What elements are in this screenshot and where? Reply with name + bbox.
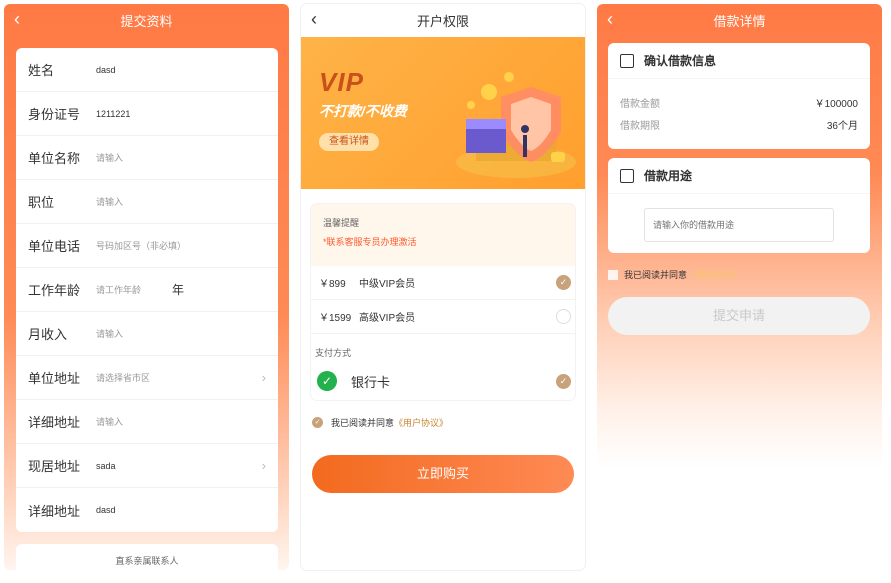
form-row[interactable]: 单位电话 号码加区号（非必填） <box>16 224 278 268</box>
loan-purpose-card: 借款用途 <box>608 158 870 253</box>
relative-contact-section[interactable]: 直系亲属联系人 <box>16 544 278 570</box>
form-input[interactable]: 1211221 <box>96 109 264 119</box>
user-agreement-link[interactable]: 《用户协议》 <box>394 416 448 429</box>
agreement-row: 我已阅读并同意 《借款协议》 <box>608 268 741 281</box>
form-row[interactable]: 单位地址 请选择省市区 › <box>16 356 278 400</box>
form-row[interactable]: 工作年龄 请工作年龄年 <box>16 268 278 312</box>
form-label: 工作年龄 <box>28 283 81 298</box>
back-arrow-icon[interactable]: ‹ <box>607 9 627 29</box>
form-label: 单位电话 <box>28 239 81 254</box>
loan-detail-screen: ‹ 借款详情 确认借款信息 借款金额 ￥100000 借款期限 36个月 借款用途 我… <box>597 4 882 570</box>
form-label: 姓名 <box>28 63 55 78</box>
form-input[interactable]: 号码加区号（非必填） <box>96 239 264 252</box>
loan-purpose-header: 借款用途 <box>608 158 870 194</box>
plan-row[interactable]: ￥899 中级VIP会员 ✓ <box>311 266 575 300</box>
top-bar: ‹ 提交资料 <box>4 4 289 36</box>
payment-method-name: 银行卡 <box>351 374 391 390</box>
relative-contact-title: 直系亲属联系人 <box>115 556 179 566</box>
form-unit: 年 <box>172 283 185 297</box>
form-input[interactable]: 请输入 <box>96 151 264 164</box>
agree-text: 我已阅读并同意 <box>331 418 395 428</box>
notice-text: *联系客服专员办理激活 <box>323 237 417 247</box>
chevron-right-icon: › <box>261 370 266 385</box>
info-value: ￥100000 <box>814 98 858 110</box>
check-circle-icon: ✓ <box>317 371 337 391</box>
plan-radio[interactable] <box>556 309 571 324</box>
loan-info-title: 确认借款信息 <box>644 54 717 68</box>
info-key: 借款期限 <box>620 120 660 132</box>
loan-info-header: 确认借款信息 <box>608 43 870 79</box>
vip-title: VIP <box>319 67 364 97</box>
notice-title: 温馨提醒 <box>323 218 360 228</box>
form-row[interactable]: 职位 请输入 <box>16 180 278 224</box>
form-label: 职位 <box>28 195 55 210</box>
document-icon <box>620 168 634 183</box>
form-row[interactable]: 姓名 dasd <box>16 48 278 92</box>
form-row[interactable]: 现居地址 sada › <box>16 444 278 488</box>
form-row[interactable]: 月收入 请输入 <box>16 312 278 356</box>
plan-radio[interactable]: ✓ <box>556 275 571 290</box>
plan-row[interactable]: ￥1599 高级VIP会员 <box>311 300 575 334</box>
submit-application-button[interactable]: 提交申请 <box>608 297 870 335</box>
loan-agreement-link[interactable]: 《借款协议》 <box>687 268 741 281</box>
form-input[interactable]: dasd <box>96 505 264 515</box>
plan-price: ￥899 <box>319 279 346 290</box>
form-input[interactable]: sada <box>96 461 264 471</box>
form-row[interactable]: 详细地址 请输入 <box>16 400 278 444</box>
form-label: 详细地址 <box>28 415 81 430</box>
chevron-right-icon: › <box>261 458 266 473</box>
form-label: 单位地址 <box>28 371 81 386</box>
vip-banner: VIP 不打款/不收费 查看详情 <box>301 37 585 189</box>
form-input[interactable]: 请选择省市区 <box>96 371 264 384</box>
agree-text: 我已阅读并同意 <box>624 270 688 280</box>
back-arrow-icon[interactable]: ‹ <box>14 9 34 29</box>
payment-method-label: 支付方式 <box>315 348 352 358</box>
form-label: 身份证号 <box>28 107 81 122</box>
loan-purpose-input[interactable] <box>644 208 834 242</box>
page-title: 借款详情 <box>713 13 766 29</box>
form-input[interactable]: 请输入 <box>96 195 264 208</box>
info-row: 借款期限 36个月 <box>608 113 870 135</box>
form-row[interactable]: 身份证号 1211221 <box>16 92 278 136</box>
page-title: 提交资料 <box>120 13 173 29</box>
top-bar: ‹ 开户权限 <box>301 4 585 36</box>
plan-name: 高级VIP会员 <box>359 313 416 324</box>
plan-list: ￥899 中级VIP会员 ✓ ￥1599 高级VIP会员 <box>311 266 575 334</box>
notice-box: 温馨提醒 *联系客服专员办理激活 <box>311 204 575 266</box>
form-label: 现居地址 <box>28 459 81 474</box>
info-row: 借款金额 ￥100000 <box>608 91 870 113</box>
agree-checkbox[interactable] <box>608 269 618 280</box>
back-arrow-icon[interactable]: ‹ <box>311 9 331 29</box>
form-row[interactable]: 详细地址 dasd <box>16 488 278 532</box>
folder-icon <box>620 53 634 68</box>
plan-price: ￥1599 <box>319 313 352 324</box>
form-input[interactable]: dasd <box>96 65 264 75</box>
loan-info-list: 借款金额 ￥100000 借款期限 36个月 <box>608 91 870 135</box>
form-label: 单位名称 <box>28 151 81 166</box>
form-input[interactable]: 请输入 <box>96 327 264 340</box>
form-input[interactable]: 请输入 <box>96 415 264 428</box>
agree-checkbox[interactable]: ✓ <box>312 417 323 428</box>
page-title: 开户权限 <box>416 13 469 29</box>
vip-slogan: 不打款/不收费 <box>319 103 407 119</box>
payment-method-row[interactable]: ✓ 银行卡 ✓ <box>311 364 575 398</box>
loan-info-card: 确认借款信息 借款金额 ￥100000 借款期限 36个月 <box>608 43 870 149</box>
form-row[interactable]: 单位名称 请输入 <box>16 136 278 180</box>
view-details-button[interactable]: 查看详情 <box>319 133 379 151</box>
vip-plan-card: 温馨提醒 *联系客服专员办理激活 ￥899 中级VIP会员 ✓ ￥1599 高级VIP会… <box>311 204 575 400</box>
info-form: 姓名 dasd 身份证号 1211221 单位名称 请输入 职位 请输入 单位电话 号码加区号（非… <box>16 48 278 532</box>
loan-purpose-title: 借款用途 <box>644 169 693 183</box>
buy-now-button[interactable]: 立即购买 <box>312 455 574 493</box>
account-permission-screen: ‹ 开户权限 VIP 不打款/不收费 查看详情 温馨提醒 *联系客服专员办理激活… <box>301 4 585 570</box>
info-key: 借款金额 <box>620 98 660 110</box>
form-label: 详细地址 <box>28 503 81 519</box>
top-bar: ‹ 借款详情 <box>597 4 882 36</box>
payment-radio[interactable]: ✓ <box>556 373 571 389</box>
agreement-row: ✓ 我已阅读并同意 《用户协议》 <box>312 416 448 429</box>
form-label: 月收入 <box>28 327 68 342</box>
plan-name: 中级VIP会员 <box>359 279 416 290</box>
submit-info-screen: ‹ 提交资料 姓名 dasd 身份证号 1211221 单位名称 请输入 职位 请输入 单位电话… <box>4 4 289 570</box>
vip-illustration-icon <box>456 72 576 178</box>
info-value: 36个月 <box>826 120 858 132</box>
